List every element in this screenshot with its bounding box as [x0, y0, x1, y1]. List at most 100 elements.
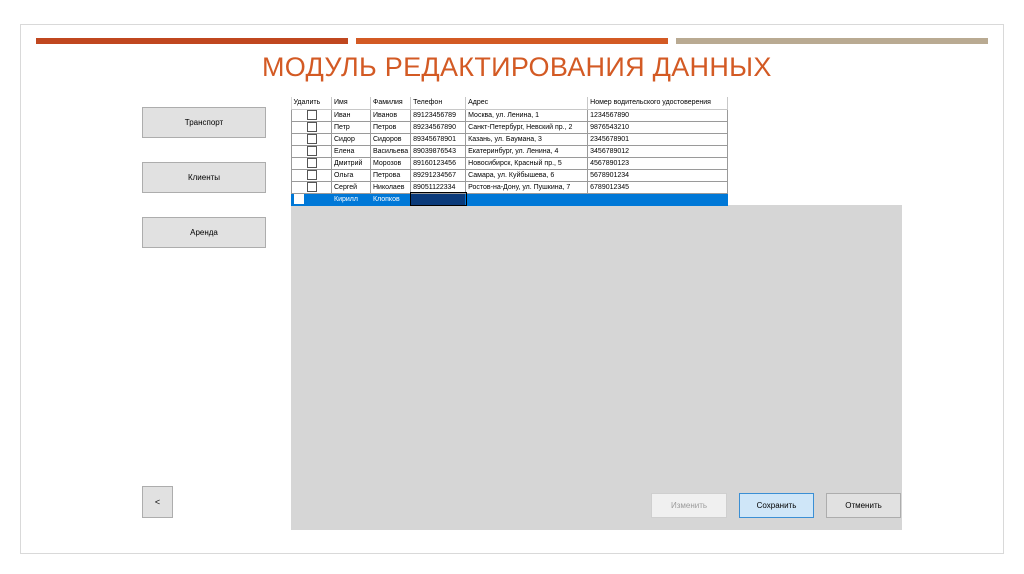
cell-address[interactable]: Новосибирск, Красный пр., 5 [465, 156, 589, 170]
delete-checkbox-cell[interactable] [291, 180, 332, 194]
cell-surname[interactable]: Николаев [369, 180, 412, 194]
cell-surname[interactable]: Клопков [369, 192, 412, 206]
delete-checkbox-cell[interactable] [291, 108, 332, 122]
back-button-label: < [154, 497, 161, 507]
cell-license[interactable]: 1234567890 [587, 108, 729, 122]
cell-name[interactable]: Ольга [331, 168, 371, 182]
delete-checkbox-cell[interactable] [291, 168, 332, 182]
cell-phone[interactable]: 89051122334 [410, 180, 467, 194]
cell-address[interactable]: Казань, ул. Баумана, 3 [465, 132, 589, 146]
column-header-name[interactable]: Имя [331, 97, 371, 110]
title-stripe-2 [356, 38, 668, 44]
cell-name[interactable]: Петр [331, 120, 371, 134]
cell-surname[interactable]: Сидоров [369, 132, 412, 146]
cell-phone[interactable]: 89234567890 [410, 120, 467, 134]
cell-address[interactable]: Екатеринбург, ул. Ленина, 4 [465, 144, 589, 158]
cell-phone[interactable]: 89039876543 [410, 144, 467, 158]
cell-name[interactable]: Кирилл [331, 192, 371, 206]
table-row[interactable]: Дмитрий Морозов 89160123456 Новосибирск,… [291, 156, 903, 170]
row-fill [727, 169, 903, 181]
cell-surname[interactable]: Морозов [369, 156, 412, 170]
cell-surname[interactable]: Васильева [369, 144, 412, 158]
sidebar-item-label: Транспорт [184, 118, 224, 127]
delete-checkbox[interactable] [306, 158, 317, 168]
cell-address[interactable]: Ростов-на-Дону, ул. Пушкина, 7 [465, 180, 589, 194]
cell-surname[interactable]: Петрова [369, 168, 412, 182]
frame-left-line [20, 24, 21, 554]
title-stripe-3 [676, 38, 988, 44]
cell-license[interactable]: 3456789012 [587, 144, 729, 158]
sidebar-item-transport[interactable]: Транспорт [142, 107, 266, 138]
delete-checkbox[interactable] [306, 122, 317, 132]
table-row[interactable]: Иван Иванов 89123456789 Москва, ул. Лени… [291, 108, 903, 122]
cell-license[interactable]: 5678901234 [587, 168, 729, 182]
row-fill [727, 181, 903, 193]
cell-license[interactable]: 4567890123 [587, 156, 729, 170]
column-header-surname[interactable]: Фамилия [370, 97, 412, 110]
table-row[interactable]: Елена Васильева 89039876543 Екатеринбург… [291, 144, 903, 158]
delete-checkbox-cell[interactable] [291, 132, 332, 146]
edit-button[interactable]: Изменить [651, 493, 727, 518]
column-header-delete[interactable]: Удалить [291, 97, 332, 110]
delete-checkbox[interactable] [306, 110, 317, 120]
cell-phone[interactable]: 89345678901 [410, 132, 467, 146]
cell-license[interactable]: 2345678901 [587, 132, 729, 146]
row-fill [727, 121, 903, 133]
cell-surname[interactable]: Иванов [369, 108, 412, 122]
frame-right-line [1003, 24, 1004, 554]
cell-phone-editing[interactable] [409, 192, 467, 206]
delete-checkbox-cell[interactable] [291, 156, 332, 170]
row-fill [727, 109, 903, 121]
row-fill [727, 133, 903, 145]
table-row[interactable]: Сидор Сидоров 89345678901 Казань, ул. Ба… [291, 132, 903, 146]
delete-checkbox[interactable] [306, 146, 317, 156]
sidebar-item-label: Аренда [190, 228, 218, 237]
table-row[interactable]: Сергей Николаев 89051122334 Ростов-на-До… [291, 180, 903, 194]
cell-phone[interactable]: 89291234567 [410, 168, 467, 182]
row-fill [727, 157, 903, 169]
table-row[interactable]: Ольга Петрова 89291234567 Самара, ул. Ку… [291, 168, 903, 182]
cell-name[interactable]: Дмитрий [331, 156, 371, 170]
column-header-license[interactable]: Номер водительского удостоверения [587, 97, 729, 110]
clients-data-grid: Удалить Имя Фамилия Телефон Адрес Номер … [291, 97, 903, 206]
sidebar-item-clients[interactable]: Клиенты [142, 162, 266, 193]
frame-bottom-line [20, 553, 1004, 554]
selected-new-row[interactable]: Кирилл Клопков [291, 192, 903, 206]
cell-address[interactable] [465, 192, 589, 206]
grid-header-row: Удалить Имя Фамилия Телефон Адрес Номер … [291, 97, 903, 110]
save-button[interactable]: Сохранить [739, 493, 814, 518]
delete-checkbox[interactable] [294, 194, 304, 204]
cell-address[interactable]: Самара, ул. Куйбышева, 6 [465, 168, 589, 182]
title-stripe-1 [36, 38, 348, 44]
delete-checkbox[interactable] [306, 134, 317, 144]
page-title: МОДУЛЬ РЕДАКТИРОВАНИЯ ДАННЫХ [262, 52, 772, 82]
cell-license[interactable] [587, 192, 729, 206]
cell-surname[interactable]: Петров [369, 120, 412, 134]
table-row[interactable]: Петр Петров 89234567890 Санкт-Петербург,… [291, 120, 903, 134]
delete-checkbox-cell[interactable] [291, 192, 332, 206]
sidebar-item-rental[interactable]: Аренда [142, 217, 266, 248]
cell-phone[interactable]: 89160123456 [410, 156, 467, 170]
sidebar-item-label: Клиенты [187, 173, 221, 182]
delete-checkbox-cell[interactable] [291, 120, 332, 134]
cell-name[interactable]: Елена [331, 144, 371, 158]
cell-license[interactable]: 9876543210 [587, 120, 729, 134]
row-fill [727, 193, 903, 205]
frame-top-line [20, 24, 1004, 25]
delete-checkbox[interactable] [306, 182, 317, 192]
cell-license[interactable]: 6789012345 [587, 180, 729, 194]
header-fill [727, 97, 903, 109]
cell-name[interactable]: Иван [331, 108, 371, 122]
delete-checkbox[interactable] [306, 170, 317, 180]
cell-name[interactable]: Сергей [331, 180, 371, 194]
cell-phone[interactable]: 89123456789 [410, 108, 467, 122]
cell-address[interactable]: Москва, ул. Ленина, 1 [465, 108, 589, 122]
cancel-button[interactable]: Отменить [826, 493, 901, 518]
cell-name[interactable]: Сидор [331, 132, 371, 146]
cell-address[interactable]: Санкт-Петербург, Невский пр., 2 [465, 120, 589, 134]
column-header-address[interactable]: Адрес [465, 97, 589, 110]
column-header-phone[interactable]: Телефон [410, 97, 467, 110]
delete-checkbox-cell[interactable] [291, 144, 332, 158]
back-button[interactable]: < [142, 486, 173, 518]
cancel-button-label: Отменить [845, 501, 882, 510]
